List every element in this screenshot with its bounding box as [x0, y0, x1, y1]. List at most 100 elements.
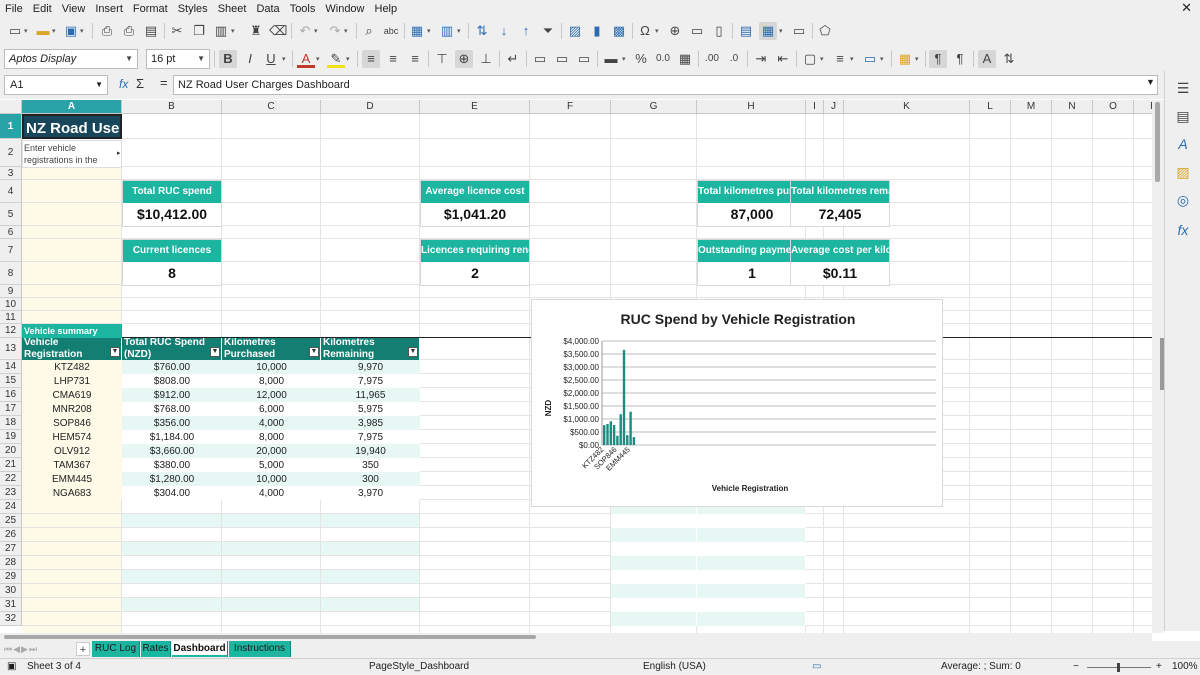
font-name-box[interactable]: Aptos Display ▼: [4, 49, 138, 69]
sidebar-resize-handle[interactable]: [1160, 338, 1164, 390]
border-style-icon[interactable]: ≡: [831, 50, 849, 68]
merge-center-icon[interactable]: ▭: [531, 50, 549, 68]
new-icon[interactable]: ▭: [6, 22, 24, 40]
autofilter-dropdown-icon[interactable]: ▼: [210, 347, 220, 357]
row-icon[interactable]: ▦: [408, 22, 426, 40]
table-cell[interactable]: 12,000: [222, 388, 321, 402]
merge-cells-icon[interactable]: ▭: [553, 50, 571, 68]
row-header-32[interactable]: 32: [0, 612, 22, 626]
table-cell[interactable]: 8,000: [222, 374, 321, 388]
table-cell[interactable]: 9,970: [321, 360, 420, 374]
align-center-icon[interactable]: ≡: [384, 50, 402, 68]
select-all-corner[interactable]: [0, 100, 22, 114]
sort-ascending-icon[interactable]: ↓: [495, 22, 513, 40]
row-header-3[interactable]: 3: [0, 167, 22, 180]
table-cell[interactable]: TAM367: [22, 458, 122, 472]
kpi-card[interactable]: Licences requiring renewal 2: [420, 239, 530, 286]
row-header-1[interactable]: 1: [0, 114, 22, 139]
percent-format-button[interactable]: %: [632, 50, 650, 68]
autofilter-icon[interactable]: ⏷: [539, 22, 557, 40]
autofilter-dropdown-icon[interactable]: ▼: [309, 347, 319, 357]
sheet-tab-rates[interactable]: Rates: [141, 641, 171, 657]
show-draw-functions-icon[interactable]: ⬠: [816, 22, 834, 40]
chevron-down-icon[interactable]: ▼: [125, 50, 133, 68]
kpi-card[interactable]: Average licence cost $1,041.20: [420, 180, 530, 227]
align-center-vertical-icon[interactable]: ⊕: [455, 50, 473, 68]
column-header-a[interactable]: A: [22, 100, 122, 114]
row-header-13[interactable]: 13: [0, 338, 22, 360]
row-header-28[interactable]: 28: [0, 556, 22, 570]
table-cell[interactable]: $356.00: [122, 416, 222, 430]
sort-text-icon[interactable]: ⇅: [1000, 50, 1018, 68]
wrap-text-icon[interactable]: ↵: [504, 50, 522, 68]
menu-styles[interactable]: Styles: [173, 3, 213, 15]
menu-insert[interactable]: Insert: [90, 3, 128, 15]
comment-icon[interactable]: ▭: [688, 22, 706, 40]
dashboard-subtitle-cell[interactable]: Enter vehicle registrations in the: [22, 140, 122, 168]
sheet-tab-instructions[interactable]: Instructions: [229, 641, 291, 657]
table-cell[interactable]: 6,000: [222, 402, 321, 416]
tab-navigation-icon[interactable]: ⏮◀▶⏭: [4, 644, 38, 655]
autofilter-dropdown-icon[interactable]: ▼: [408, 347, 418, 357]
paste-icon[interactable]: ▥: [212, 22, 230, 40]
column-header-j[interactable]: J: [824, 100, 844, 114]
undo-icon[interactable]: ↶: [296, 22, 314, 40]
table-cell[interactable]: 10,000: [222, 472, 321, 486]
properties-icon[interactable]: ▤: [1174, 107, 1192, 125]
table-cell[interactable]: CMA619: [22, 388, 122, 402]
pivot-table-icon[interactable]: ▩: [610, 22, 628, 40]
row-header-9[interactable]: 9: [0, 285, 22, 298]
table-cell[interactable]: $3,660.00: [122, 444, 222, 458]
highlight-color-icon[interactable]: ✎: [327, 50, 345, 68]
column-header-o[interactable]: O: [1093, 100, 1134, 114]
menu-tools[interactable]: Tools: [285, 3, 321, 15]
sort-icon[interactable]: ⇅: [473, 22, 491, 40]
row-header-6[interactable]: 6: [0, 226, 22, 239]
row-header-29[interactable]: 29: [0, 570, 22, 584]
menu-data[interactable]: Data: [251, 3, 284, 15]
column-header-e[interactable]: E: [420, 100, 530, 114]
row-header-15[interactable]: 15: [0, 374, 22, 388]
clear-formatting-icon[interactable]: ⌫: [269, 22, 287, 40]
column-header-p[interactable]: P: [1134, 100, 1152, 114]
menu-sheet[interactable]: Sheet: [213, 3, 252, 15]
table-cell[interactable]: 19,940: [321, 444, 420, 458]
decrease-indent-icon[interactable]: ⇤: [774, 50, 792, 68]
row-header-7[interactable]: 7: [0, 239, 22, 262]
vehicle-table-header[interactable]: Total RUC Spend (NZD): [122, 338, 222, 360]
row-header-2[interactable]: 2: [0, 139, 22, 167]
vertical-text-icon[interactable]: A: [978, 50, 996, 68]
font-size-box[interactable]: 16 pt ▼: [146, 49, 210, 69]
spelling-icon[interactable]: abc: [382, 22, 400, 40]
vehicle-summary-title[interactable]: Vehicle summary: [22, 324, 122, 338]
table-cell[interactable]: MNR208: [22, 402, 122, 416]
row-header-19[interactable]: 19: [0, 430, 22, 444]
column-header-i[interactable]: I: [806, 100, 824, 114]
row-header-31[interactable]: 31: [0, 598, 22, 612]
save-icon[interactable]: ▣: [62, 22, 80, 40]
border-color-icon[interactable]: ▭: [861, 50, 879, 68]
table-cell[interactable]: 11,965: [321, 388, 420, 402]
column-header-m[interactable]: M: [1011, 100, 1052, 114]
column-header-k[interactable]: K: [844, 100, 970, 114]
table-cell[interactable]: 350: [321, 458, 420, 472]
table-cell[interactable]: 8,000: [222, 430, 321, 444]
add-decimal-icon[interactable]: .00: [703, 50, 721, 68]
kpi-card[interactable]: Total RUC spend $10,412.00: [122, 180, 222, 227]
kpi-card[interactable]: Average cost per kilometre $0.11: [790, 239, 890, 286]
print-icon[interactable]: ⎙: [120, 22, 138, 40]
conditional-format-icon[interactable]: ▦: [896, 50, 914, 68]
text-direction-rtl-icon[interactable]: ¶: [951, 50, 969, 68]
dashboard-title-cell[interactable]: NZ Road User: [22, 114, 122, 139]
row-header-14[interactable]: 14: [0, 360, 22, 374]
column-header-d[interactable]: D: [321, 100, 420, 114]
chevron-down-icon[interactable]: ▼: [95, 76, 103, 94]
export-pdf-icon[interactable]: ⎙: [98, 22, 116, 40]
align-top-icon[interactable]: ⊤: [433, 50, 451, 68]
chevron-down-icon[interactable]: ▼: [197, 50, 205, 68]
expand-formula-bar-icon[interactable]: ▼: [1146, 77, 1155, 87]
column-header-b[interactable]: B: [122, 100, 222, 114]
table-cell[interactable]: $768.00: [122, 402, 222, 416]
insert-image-icon[interactable]: ▨: [566, 22, 584, 40]
row-header-20[interactable]: 20: [0, 444, 22, 458]
